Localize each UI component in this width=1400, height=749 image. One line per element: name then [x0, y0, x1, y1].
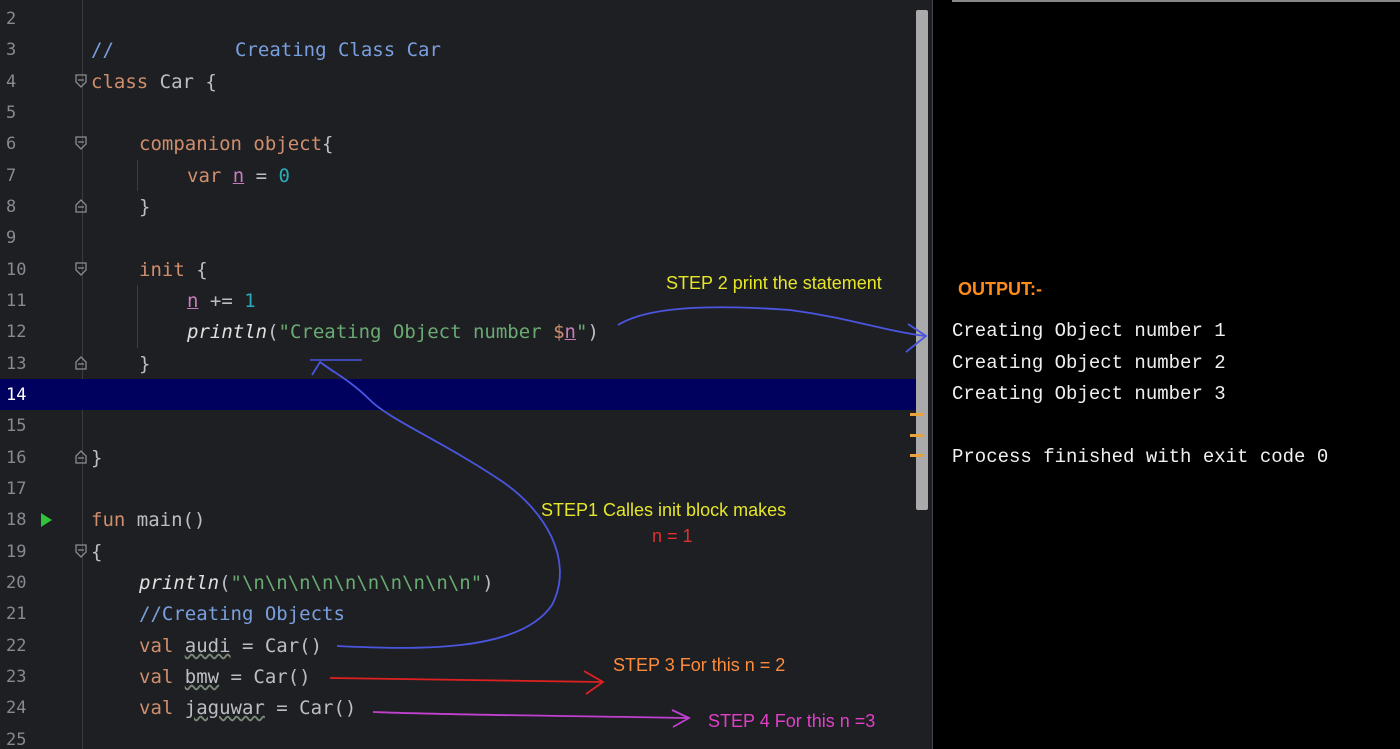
step3-arrow	[329, 677, 603, 683]
step2-arrowhead	[905, 323, 928, 353]
step1-arrow	[319, 361, 561, 649]
step2-arrow	[617, 306, 926, 337]
annotation-arrows	[310, 306, 928, 728]
step4-arrow	[372, 711, 689, 719]
